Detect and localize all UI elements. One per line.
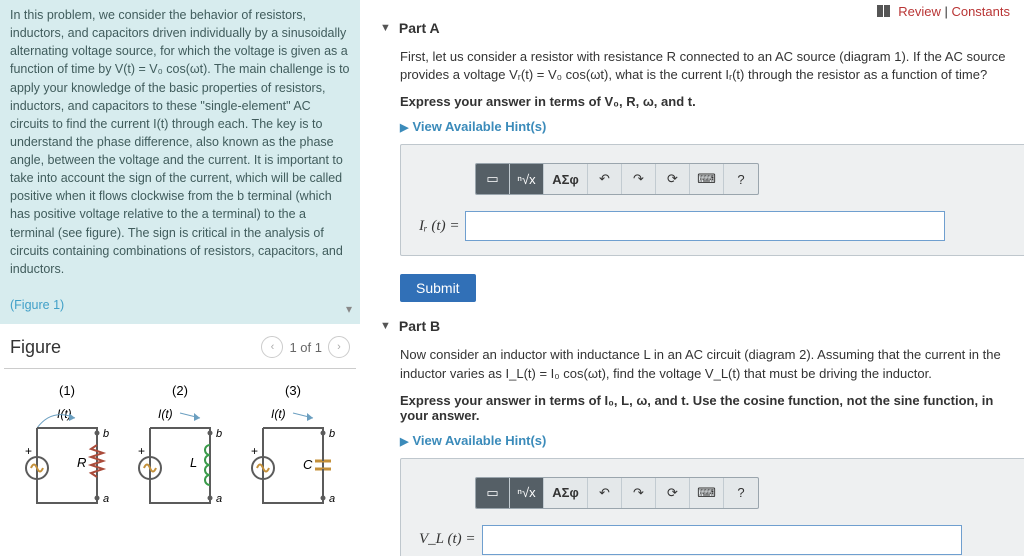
flag-icon[interactable] [877, 5, 891, 17]
keyboard-icon[interactable]: ⌨ [690, 164, 724, 194]
svg-text:(1): (1) [59, 383, 75, 398]
svg-text:C: C [303, 457, 313, 472]
redo-icon[interactable]: ↷ [622, 164, 656, 194]
problem-intro: In this problem, we consider the behavio… [0, 0, 360, 324]
svg-text:+: + [138, 444, 145, 458]
circuit-3: (3) I(t) + C b a [243, 383, 343, 533]
part-b-prompt: Now consider an inductor with inductance… [400, 346, 1010, 382]
help-icon[interactable]: ? [724, 164, 758, 194]
svg-text:+: + [251, 444, 258, 458]
template-icon[interactable]: ▭ [476, 478, 510, 508]
undo-icon[interactable]: ↶ [588, 478, 622, 508]
circuit-2: (2) I(t) + L b a [130, 383, 230, 533]
figure-title: Figure [10, 337, 261, 358]
svg-text:a: a [216, 493, 222, 505]
greek-button[interactable]: ΑΣφ [544, 478, 588, 508]
undo-icon[interactable]: ↶ [588, 164, 622, 194]
equation-toolbar-b: ▭ ⁿ√x ΑΣφ ↶ ↷ ⟳ ⌨ ? [475, 477, 759, 509]
circuit-1: (1) I(t) + R b a [17, 383, 117, 533]
prev-figure-button[interactable]: ‹ [261, 336, 283, 358]
part-b: ▼ Part B Now consider an inductor with i… [380, 310, 1010, 556]
svg-text:b: b [216, 428, 222, 440]
part-a: ▼ Part A First, let us consider a resist… [380, 12, 1010, 302]
figure-panel: Figure ‹ 1 of 1 › (1) I(t) + [0, 324, 360, 541]
scroll-down-icon[interactable]: ▾ [346, 301, 352, 318]
reset-icon[interactable]: ⟳ [656, 478, 690, 508]
svg-text:I(t): I(t) [271, 407, 286, 421]
svg-text:L: L [190, 455, 197, 470]
help-icon[interactable]: ? [724, 478, 758, 508]
figure-pager-label: 1 of 1 [289, 340, 322, 355]
figure-link[interactable]: (Figure 1) [10, 298, 64, 312]
svg-text:I(t): I(t) [158, 407, 173, 421]
template-icon[interactable]: ▭ [476, 164, 510, 194]
collapse-part-b-icon[interactable]: ▼ [380, 320, 391, 332]
top-links: Review | Constants [877, 4, 1010, 19]
part-a-answer-label: Iᵣ (t) = [419, 218, 459, 235]
figure-divider [4, 368, 356, 369]
svg-text:b: b [329, 428, 335, 440]
collapse-part-a-icon[interactable]: ▼ [380, 22, 391, 34]
part-b-title: Part B [399, 318, 440, 334]
part-b-answer-label: V_L (t) = [419, 531, 476, 548]
keyboard-icon[interactable]: ⌨ [690, 478, 724, 508]
greek-button[interactable]: ΑΣφ [544, 164, 588, 194]
svg-text:a: a [329, 493, 335, 505]
svg-text:b: b [103, 428, 109, 440]
part-a-hints-toggle[interactable]: ▶View Available Hint(s) [400, 119, 1010, 134]
intro-text: In this problem, we consider the behavio… [10, 8, 350, 276]
svg-text:a: a [103, 493, 109, 505]
redo-icon[interactable]: ↷ [622, 478, 656, 508]
part-b-answer-region: ▭ ⁿ√x ΑΣφ ↶ ↷ ⟳ ⌨ ? V_L (t) = [400, 458, 1024, 556]
reset-icon[interactable]: ⟳ [656, 164, 690, 194]
constants-link[interactable]: Constants [951, 4, 1010, 19]
part-b-hints-toggle[interactable]: ▶View Available Hint(s) [400, 433, 1010, 448]
part-a-express: Express your answer in terms of V₀, R, ω… [400, 94, 1010, 109]
part-a-answer-region: ▭ ⁿ√x ΑΣφ ↶ ↷ ⟳ ⌨ ? Iᵣ (t) = [400, 144, 1024, 256]
sqrt-icon[interactable]: ⁿ√x [510, 478, 544, 508]
part-a-title: Part A [399, 20, 440, 36]
part-a-answer-input[interactable] [465, 211, 945, 241]
review-link[interactable]: Review [898, 4, 941, 19]
next-figure-button[interactable]: › [328, 336, 350, 358]
svg-text:(2): (2) [172, 383, 188, 398]
figure-pager: ‹ 1 of 1 › [261, 336, 350, 358]
part-b-answer-input[interactable] [482, 525, 962, 555]
submit-button[interactable]: Submit [400, 274, 476, 302]
sqrt-icon[interactable]: ⁿ√x [510, 164, 544, 194]
equation-toolbar-a: ▭ ⁿ√x ΑΣφ ↶ ↷ ⟳ ⌨ ? [475, 163, 759, 195]
svg-text:(3): (3) [285, 383, 301, 398]
circuit-diagrams: (1) I(t) + R b a (2) I(t) [4, 383, 356, 533]
svg-text:+: + [25, 444, 32, 458]
part-b-express: Express your answer in terms of I₀, L, ω… [400, 393, 1010, 423]
part-a-prompt: First, let us consider a resistor with r… [400, 48, 1010, 84]
svg-text:R: R [77, 455, 86, 470]
